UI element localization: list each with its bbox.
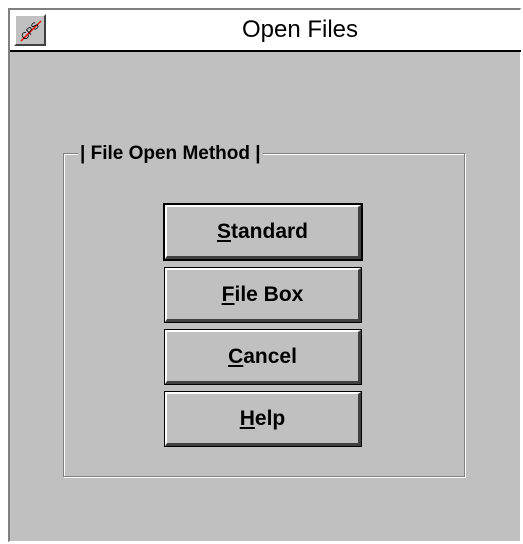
cancel-button[interactable]: Cancel xyxy=(164,329,362,385)
file-box-label-rest: ile Box xyxy=(234,282,304,306)
file-box-mnemonic: F xyxy=(221,282,235,306)
system-menu-icon[interactable]: CPS xyxy=(14,14,46,46)
standard-label-rest: tandard xyxy=(231,219,309,243)
file-box-button[interactable]: File Box xyxy=(164,267,362,323)
window-title: Open Files xyxy=(241,16,359,43)
help-button[interactable]: Help xyxy=(164,391,362,447)
title-bar: CPS Open Files xyxy=(10,10,521,52)
standard-mnemonic: S xyxy=(216,219,231,243)
open-files-dialog: CPS Open Files | File Open Method | Stan… xyxy=(8,8,521,542)
standard-button[interactable]: Standard xyxy=(163,203,363,261)
cancel-label-rest: ancel xyxy=(243,344,297,368)
group-label: | File Open Method | xyxy=(78,142,263,166)
cps-logo-icon: CPS xyxy=(19,20,42,43)
cancel-mnemonic: C xyxy=(228,344,244,368)
help-label-rest: elp xyxy=(254,406,286,430)
help-mnemonic: H xyxy=(239,406,255,430)
